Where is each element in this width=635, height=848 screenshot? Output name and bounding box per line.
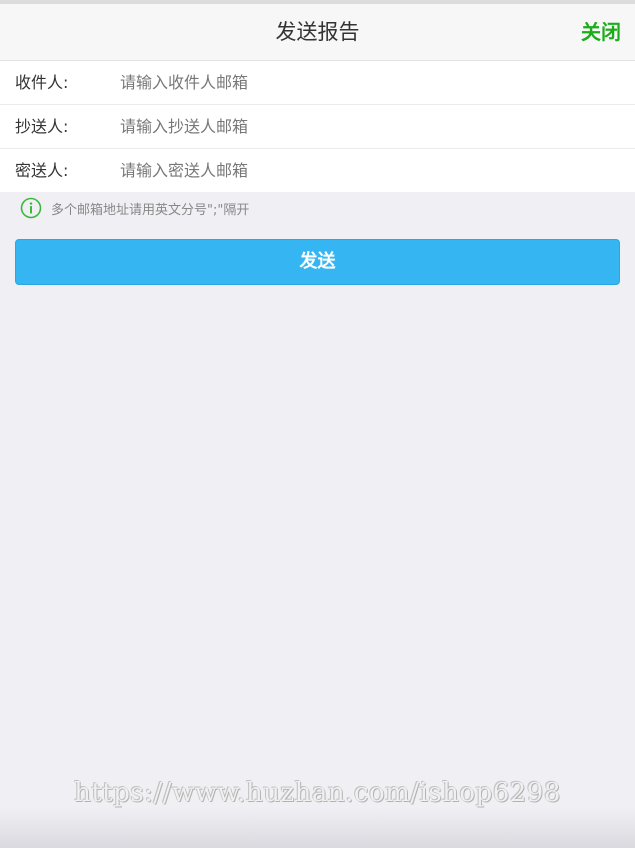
recipient-email-input[interactable] bbox=[120, 67, 620, 98]
bcc-label: 密送人: bbox=[15, 161, 69, 180]
send-button[interactable]: 发送 bbox=[15, 239, 620, 285]
bcc-email-input[interactable] bbox=[120, 155, 620, 186]
page: 发送报告 关闭 收件人: 抄送人: 密送人: 多个邮箱地址请用英文分号";"隔开… bbox=[0, 0, 635, 848]
page-title: 发送报告 bbox=[275, 20, 360, 44]
recipient-form: 收件人: 抄送人: 密送人: bbox=[0, 61, 635, 192]
close-button[interactable]: 关闭 bbox=[581, 4, 621, 60]
separator-hint: 多个邮箱地址请用英文分号";"隔开 bbox=[20, 197, 249, 219]
cc-row: 抄送人: bbox=[0, 105, 635, 149]
info-icon bbox=[20, 197, 42, 219]
bcc-row: 密送人: bbox=[0, 149, 635, 192]
recipient-label: 收件人: bbox=[15, 73, 69, 92]
hint-text: 多个邮箱地址请用英文分号";"隔开 bbox=[51, 202, 250, 218]
recipient-row: 收件人: bbox=[0, 61, 635, 105]
cc-label: 抄送人: bbox=[15, 117, 69, 136]
watermark-text: https://www.huzhan.com/ishop6298 bbox=[74, 778, 561, 808]
header-bar: 发送报告 关闭 bbox=[0, 4, 635, 61]
cc-email-input[interactable] bbox=[120, 111, 620, 142]
bottom-shadow bbox=[0, 808, 635, 848]
